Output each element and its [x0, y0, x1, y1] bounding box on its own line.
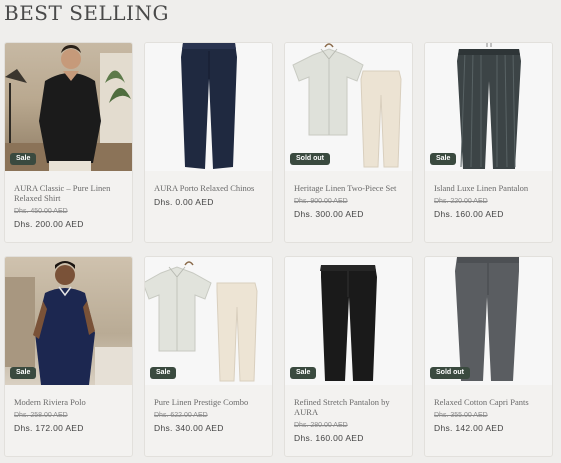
- product-name[interactable]: AURA Classic – Pure Linen Relaxed Shirt: [14, 183, 126, 203]
- sale-badge: Sale: [290, 367, 317, 379]
- sold-out-badge: Sold out: [290, 153, 330, 165]
- product-image-dark-striped-pants[interactable]: [425, 43, 552, 171]
- compare-at-price: Dhs. 220.00 AED: [434, 198, 488, 205]
- product-card[interactable]: Sale Pure Linen Prestige Combo Dhs. 622.…: [144, 256, 273, 457]
- product-card[interactable]: Sale Island Luxe Linen Pantalon Dhs. 220…: [424, 42, 553, 243]
- product-price: Dhs. 0.00 AED: [154, 197, 214, 207]
- product-card[interactable]: Sale Modern Riviera Polo Dhs. 258.00 AED…: [4, 256, 133, 457]
- product-price: Dhs. 142.00 AED: [434, 423, 504, 433]
- sale-badge: Sale: [10, 367, 37, 379]
- product-price: Dhs. 300.00 AED: [294, 209, 364, 219]
- product-name[interactable]: AURA Porto Relaxed Chinos: [154, 183, 266, 193]
- compare-at-price: Dhs. 900.00 AED: [294, 198, 348, 205]
- product-name[interactable]: Relaxed Cotton Capri Pants: [434, 397, 546, 407]
- product-name[interactable]: Heritage Linen Two-Piece Set: [294, 183, 406, 193]
- product-image-navy-chinos[interactable]: [145, 43, 272, 171]
- product-card[interactable]: Sale Refined Stretch Pantalon by AURA Dh…: [284, 256, 413, 457]
- product-image-black-pants[interactable]: [285, 257, 412, 385]
- product-card[interactable]: Sale AURA Classic – Pure Linen Relaxed S…: [4, 42, 133, 243]
- compare-at-price: Dhs. 622.00 AED: [154, 412, 208, 419]
- sale-badge: Sale: [150, 367, 177, 379]
- product-name[interactable]: Modern Riviera Polo: [14, 397, 126, 407]
- product-name[interactable]: Refined Stretch Pantalon by AURA: [294, 397, 406, 417]
- sold-out-badge: Sold out: [430, 367, 470, 379]
- sale-badge: Sale: [10, 153, 37, 165]
- product-image-linen-shirt-and-pants[interactable]: [285, 43, 412, 171]
- product-price: Dhs. 160.00 AED: [294, 433, 364, 443]
- product-price: Dhs. 340.00 AED: [154, 423, 224, 433]
- compare-at-price: Dhs. 355.00 AED: [434, 412, 488, 419]
- product-price: Dhs. 200.00 AED: [14, 219, 84, 229]
- product-card[interactable]: Sold out Relaxed Cotton Capri Pants Dhs.…: [424, 256, 553, 457]
- product-price: Dhs. 160.00 AED: [434, 209, 504, 219]
- product-card[interactable]: Sold out Heritage Linen Two-Piece Set Dh…: [284, 42, 413, 243]
- product-image-model-black-shirt[interactable]: [5, 43, 132, 171]
- product-name[interactable]: Pure Linen Prestige Combo: [154, 397, 266, 407]
- sale-badge: Sale: [430, 153, 457, 165]
- compare-at-price: Dhs. 258.00 AED: [14, 412, 68, 419]
- product-image-grey-pants[interactable]: [425, 257, 552, 385]
- section-title: BEST SELLING: [4, 1, 169, 25]
- product-card[interactable]: AURA Porto Relaxed Chinos Dhs. 0.00 AED: [144, 42, 273, 243]
- compare-at-price: Dhs. 280.00 AED: [294, 422, 348, 429]
- compare-at-price: Dhs. 450.00 AED: [14, 208, 68, 215]
- product-image-linen-shirt-and-pants[interactable]: [145, 257, 272, 385]
- product-price: Dhs. 172.00 AED: [14, 423, 84, 433]
- product-grid: Sale AURA Classic – Pure Linen Relaxed S…: [4, 42, 553, 457]
- product-name[interactable]: Island Luxe Linen Pantalon: [434, 183, 546, 193]
- product-image-model-navy-polo[interactable]: [5, 257, 132, 385]
